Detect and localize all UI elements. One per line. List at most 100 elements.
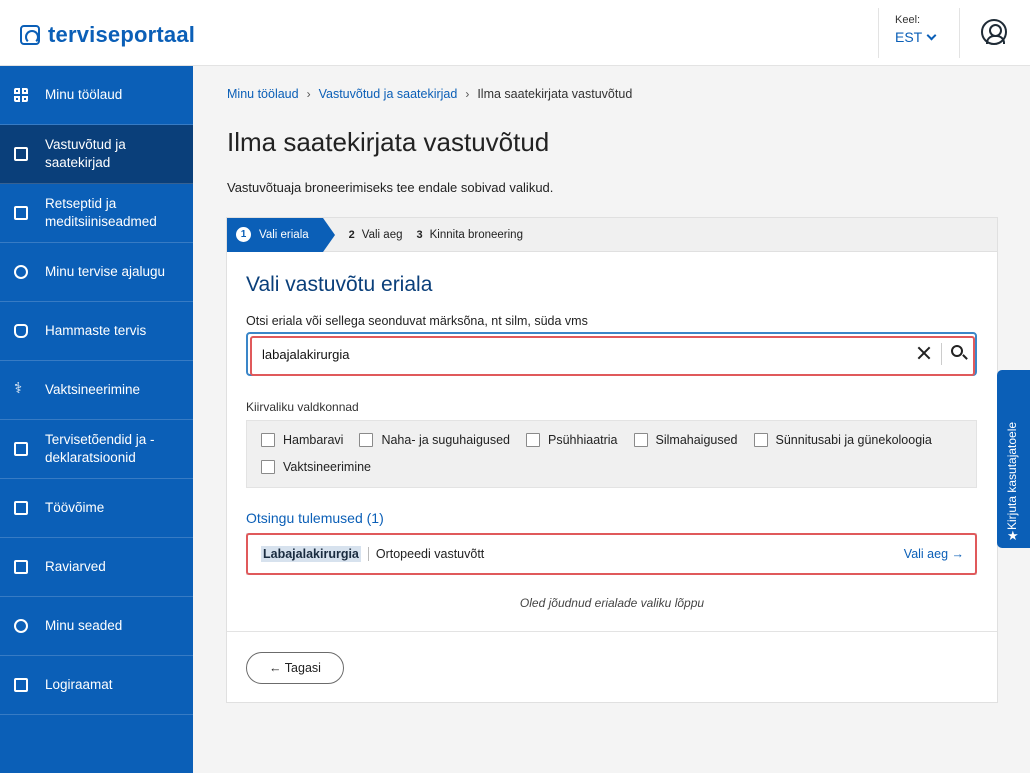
step-label: Vali aeg	[361, 228, 403, 241]
checkbox-hambaravi[interactable]: Hambaravi	[261, 431, 343, 448]
step-number: 3	[416, 228, 423, 241]
checkbox-silmahaigused[interactable]: Silmahaigused	[633, 431, 738, 448]
step-label: Kinnita broneering	[429, 228, 523, 241]
stepper: 1 Vali eriala 2 Vali aeg 3 Kinnita brone…	[227, 217, 997, 252]
close-icon[interactable]	[917, 346, 931, 360]
logo-text: terviseportaal	[48, 22, 196, 47]
results-title: Otsingu tulemused (1)	[246, 510, 384, 526]
page-intro: Vastuvõtuaja broneerimiseks tee endale s…	[227, 180, 554, 195]
search-label: Otsi eriala või sellega seonduvat märksõ…	[246, 314, 588, 328]
book-icon	[14, 678, 28, 692]
sidebar-item-appointments[interactable]: Vastuvõtud ja saatekirjad	[0, 125, 193, 184]
logo[interactable]: terviseportaal	[20, 22, 195, 48]
sidebar-item-label: Logiraamat	[45, 677, 113, 692]
breadcrumb-link-appointments[interactable]: Vastuvõtud ja saatekirjad	[319, 87, 458, 101]
vaccine-icon	[14, 380, 28, 398]
booking-card: 1 Vali eriala 2 Vali aeg 3 Kinnita brone…	[226, 217, 998, 703]
quick-select-label: Kiirvaliku valdkonnad	[246, 400, 359, 414]
breadcrumb-current: Ilma saatekirjata vastuvõtud	[477, 87, 633, 101]
sidebar-item-health-history[interactable]: Minu tervise ajalugu	[0, 243, 193, 302]
star-icon: ★	[1007, 528, 1019, 543]
select-time-link[interactable]: Vali aeg →	[904, 547, 964, 561]
step-label: Vali eriala	[259, 228, 309, 241]
sidebar-item-vaccination[interactable]: Vaktsineerimine	[0, 361, 193, 420]
sidebar-item-label: Minu seaded	[45, 618, 123, 633]
checkbox-label: Naha- ja suguhaigused	[381, 432, 511, 447]
sidebar-item-label: Vaktsineerimine	[45, 382, 141, 397]
briefcase-icon	[14, 501, 28, 515]
checkbox-naha-ja-suguhaigused[interactable]: Naha- ja suguhaigused	[359, 431, 510, 448]
result-type: Ortopeedi vastuvõtt	[375, 547, 485, 561]
sidebar-item-label: Minu tervise ajalugu	[45, 264, 166, 279]
sidebar: Minu töölaud Vastuvõtud ja saatekirjad R…	[0, 66, 193, 773]
dashboard-icon	[14, 88, 28, 102]
sidebar-item-dashboard[interactable]: Minu töölaud	[0, 66, 193, 125]
step-1: 1 Vali eriala	[227, 217, 335, 252]
language-value[interactable]: EST	[895, 29, 959, 45]
checkbox-label: Silmahaigused	[655, 432, 738, 447]
result-row[interactable]: Labajalakirurgia Ortopeedi vastuvõtt Val…	[246, 533, 977, 575]
history-icon	[14, 265, 28, 279]
sidebar-item-label: Vastuvõtud ja saatekirjad	[45, 137, 126, 170]
checkbox-label: Sünnitusabi ja günekoloogia	[775, 432, 932, 447]
checkbox-label: Vaktsineerimine	[283, 459, 372, 474]
feedback-label: Kirjuta kasutajatoele	[1005, 421, 1019, 530]
sidebar-item-logbook[interactable]: Logiraamat	[0, 656, 193, 715]
sidebar-item-prescriptions[interactable]: Retseptid ja meditsiiniseadmed	[0, 184, 193, 243]
sidebar-item-label: Töövõime	[45, 500, 105, 515]
sidebar-item-label: Raviarved	[45, 559, 106, 574]
sidebar-item-label: Retseptid ja meditsiiniseadmed	[45, 196, 157, 229]
gear-icon	[14, 619, 28, 633]
sidebar-item-label: Minu töölaud	[45, 87, 123, 102]
section-title: Vali vastuvõtu eriala	[246, 273, 433, 296]
back-button[interactable]: ← Tagasi	[246, 652, 344, 684]
tooth-icon	[14, 324, 28, 338]
step-2: 2 Vali aeg	[349, 229, 403, 241]
checkbox-sunnitusabi[interactable]: Sünnitusabi ja günekoloogia	[753, 431, 932, 448]
sidebar-item-label: Hammaste tervis	[45, 323, 147, 338]
quick-select-box: Hambaravi Naha- ja suguhaigused Psühhiaa…	[246, 420, 977, 488]
end-of-list-note: Oled jõudnud erialade valiku lõppu	[519, 596, 705, 610]
language-label: Keel:	[895, 14, 921, 26]
chevron-down-icon	[926, 30, 937, 41]
result-name: Labajalakirurgia	[261, 546, 361, 562]
breadcrumb-link-dashboard[interactable]: Minu töölaud	[227, 87, 299, 101]
breadcrumb-separator-icon: ›	[306, 87, 311, 101]
sidebar-item-dental[interactable]: Hammaste tervis	[0, 302, 193, 361]
breadcrumb-separator-icon: ›	[465, 87, 470, 101]
checkbox-icon[interactable]	[526, 432, 541, 447]
page-title: Ilma saatekirjata vastuvõtud	[227, 127, 550, 157]
checkbox-label: Hambaravi	[283, 432, 344, 447]
checkbox-icon[interactable]	[261, 432, 275, 447]
clipboard-icon	[14, 442, 28, 456]
feedback-tab[interactable]: ★ Kirjuta kasutajatoele	[997, 370, 1030, 548]
checkbox-vaktsineerimine[interactable]: Vaktsineerimine	[261, 458, 371, 475]
search-input[interactable]	[262, 334, 902, 374]
checkbox-icon[interactable]	[753, 432, 768, 447]
checkbox-psuhhiaatria[interactable]: Psühhiaatria	[526, 431, 618, 448]
checkbox-icon[interactable]	[261, 459, 275, 474]
breadcrumb: Minu töölaud › Vastuvõtud ja saatekirjad…	[227, 87, 632, 101]
step-3: 3 Kinnita broneering	[417, 229, 523, 241]
search-field	[246, 332, 977, 376]
search-icon[interactable]	[951, 345, 963, 357]
step-number: 1	[236, 227, 251, 242]
checkbox-icon[interactable]	[633, 432, 648, 447]
logo-icon	[20, 25, 40, 45]
top-header: terviseportaal Keel: EST	[0, 0, 1030, 66]
calendar-icon	[14, 147, 28, 161]
prescription-icon	[14, 206, 28, 220]
sidebar-item-settings[interactable]: Minu seaded	[0, 597, 193, 656]
checkbox-icon[interactable]	[359, 432, 374, 447]
user-account-icon[interactable]	[981, 19, 1007, 45]
checkbox-label: Psühhiaatria	[548, 432, 618, 447]
sidebar-item-label: Tervisetõendid ja -deklaratsioonid	[45, 432, 155, 465]
result-separator	[367, 547, 369, 561]
main-content: Minu töölaud › Vastuvõtud ja saatekirjad…	[193, 66, 1030, 773]
card-divider	[227, 631, 997, 632]
sidebar-item-invoices[interactable]: Raviarved	[0, 538, 193, 597]
language-selector[interactable]: Keel: EST	[878, 8, 960, 58]
language-current: EST	[895, 29, 923, 45]
sidebar-item-certificates[interactable]: Tervisetõendid ja -deklaratsioonid	[0, 420, 193, 479]
sidebar-item-work-capacity[interactable]: Töövõime	[0, 479, 193, 538]
